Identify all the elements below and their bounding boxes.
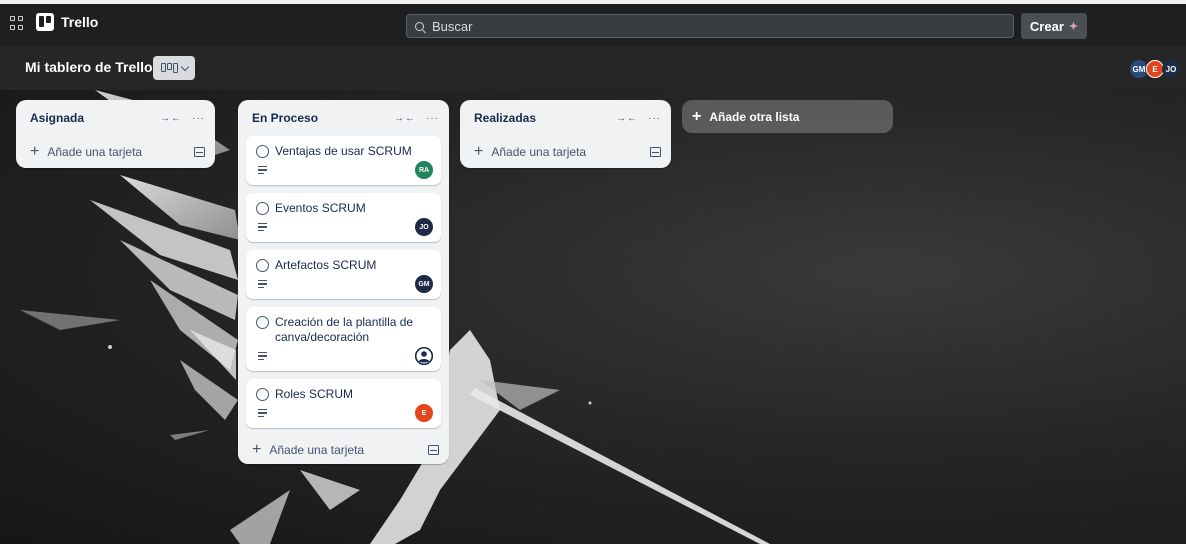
add-card-label: Añade una tarjeta xyxy=(491,145,587,159)
list-title[interactable]: En Proceso xyxy=(252,111,384,125)
plus-icon: + xyxy=(252,441,262,458)
card-member-avatar[interactable]: GM xyxy=(415,275,433,293)
card-title: Ventajas de usar SCRUM xyxy=(275,144,412,158)
collapse-arrows-icon[interactable]: →← xyxy=(160,113,182,124)
add-card-label: Añade una tarjeta xyxy=(47,145,143,159)
more-dots-icon[interactable]: ··· xyxy=(648,113,661,124)
card-template-icon[interactable] xyxy=(650,147,661,157)
description-lines-icon xyxy=(258,166,267,175)
collapse-arrows-icon[interactable]: →← xyxy=(394,113,416,124)
add-list-button[interactable]: + Añade otra lista xyxy=(682,100,893,133)
list-title[interactable]: Asignada xyxy=(30,111,150,125)
board-members[interactable]: GM E JO xyxy=(1130,60,1180,78)
card-member-avatar[interactable]: JO xyxy=(415,218,433,236)
complete-circle-icon[interactable] xyxy=(256,259,269,272)
card-template-icon[interactable] xyxy=(194,147,205,157)
trello-logo[interactable]: Trello xyxy=(36,13,98,31)
card-title: Creación de la plantilla de canva/decora… xyxy=(275,315,414,344)
list-asignada: Asignada →← ··· + Añade una tarjeta xyxy=(16,100,215,168)
list-title[interactable]: Realizadas xyxy=(474,111,606,125)
card[interactable]: Ventajas de usar SCRUM RA xyxy=(246,136,441,185)
complete-circle-icon[interactable] xyxy=(256,145,269,158)
card[interactable]: Roles SCRUM E xyxy=(246,379,441,428)
complete-circle-icon[interactable] xyxy=(256,316,269,329)
more-dots-icon[interactable]: ··· xyxy=(192,113,205,124)
add-list-label: Añade otra lista xyxy=(709,109,800,124)
search-box[interactable] xyxy=(406,14,1014,38)
apps-grid-icon[interactable] xyxy=(10,16,24,30)
board-title[interactable]: Mi tablero de Trello xyxy=(25,59,153,75)
description-lines-icon xyxy=(258,223,267,232)
board-view-switcher[interactable] xyxy=(153,56,195,80)
create-label: Crear xyxy=(1029,18,1064,34)
card-title: Eventos SCRUM xyxy=(275,201,366,215)
add-card-button[interactable]: + Añade una tarjeta xyxy=(238,434,449,466)
card-template-icon[interactable] xyxy=(428,445,439,455)
card[interactable]: Creación de la plantilla de canva/decora… xyxy=(246,307,441,371)
card-title: Artefactos SCRUM xyxy=(275,258,377,272)
board-header: Mi tablero de Trello GM E JO xyxy=(0,46,1186,90)
list-header[interactable]: En Proceso →← ··· xyxy=(238,100,449,136)
add-card-button[interactable]: + Añade una tarjeta xyxy=(460,136,671,168)
create-button[interactable]: Crear ✦ xyxy=(1021,13,1087,39)
plus-icon: + xyxy=(30,143,40,160)
card-title: Roles SCRUM xyxy=(275,387,354,401)
complete-circle-icon[interactable] xyxy=(256,388,269,401)
card[interactable]: Artefactos SCRUM GM xyxy=(246,250,441,299)
list-realizadas: Realizadas →← ··· + Añade una tarjeta xyxy=(460,100,671,168)
list-en-proceso: En Proceso →← ··· Ventajas de usar SCRUM… xyxy=(238,100,449,464)
search-icon xyxy=(415,21,424,31)
confetti-icon: ✦ xyxy=(1068,20,1079,33)
chevron-down-icon xyxy=(180,62,189,71)
add-card-label: Añade una tarjeta xyxy=(269,443,365,457)
description-lines-icon xyxy=(258,409,267,418)
add-card-button[interactable]: + Añade una tarjeta xyxy=(16,136,215,168)
description-lines-icon xyxy=(258,280,267,289)
description-lines-icon xyxy=(258,352,267,361)
trello-logo-icon xyxy=(36,13,54,31)
member-avatar[interactable]: JO xyxy=(1162,60,1180,78)
top-navigation-bar: Trello Crear ✦ xyxy=(0,0,1186,46)
board-view-icon xyxy=(160,63,178,73)
list-header[interactable]: Realizadas →← ··· xyxy=(460,100,671,136)
plus-icon: + xyxy=(474,143,484,160)
collapse-arrows-icon[interactable]: →← xyxy=(616,113,638,124)
person-icon[interactable] xyxy=(415,347,433,365)
complete-circle-icon[interactable] xyxy=(256,202,269,215)
card-member-avatar[interactable]: RA xyxy=(415,161,433,179)
card[interactable]: Eventos SCRUM JO xyxy=(246,193,441,242)
card-member-avatar[interactable]: E xyxy=(415,404,433,422)
search-input[interactable] xyxy=(430,17,994,35)
app-name: Trello xyxy=(61,14,99,30)
more-dots-icon[interactable]: ··· xyxy=(426,113,439,124)
list-header[interactable]: Asignada →← ··· xyxy=(16,100,215,136)
plus-icon: + xyxy=(692,107,702,125)
